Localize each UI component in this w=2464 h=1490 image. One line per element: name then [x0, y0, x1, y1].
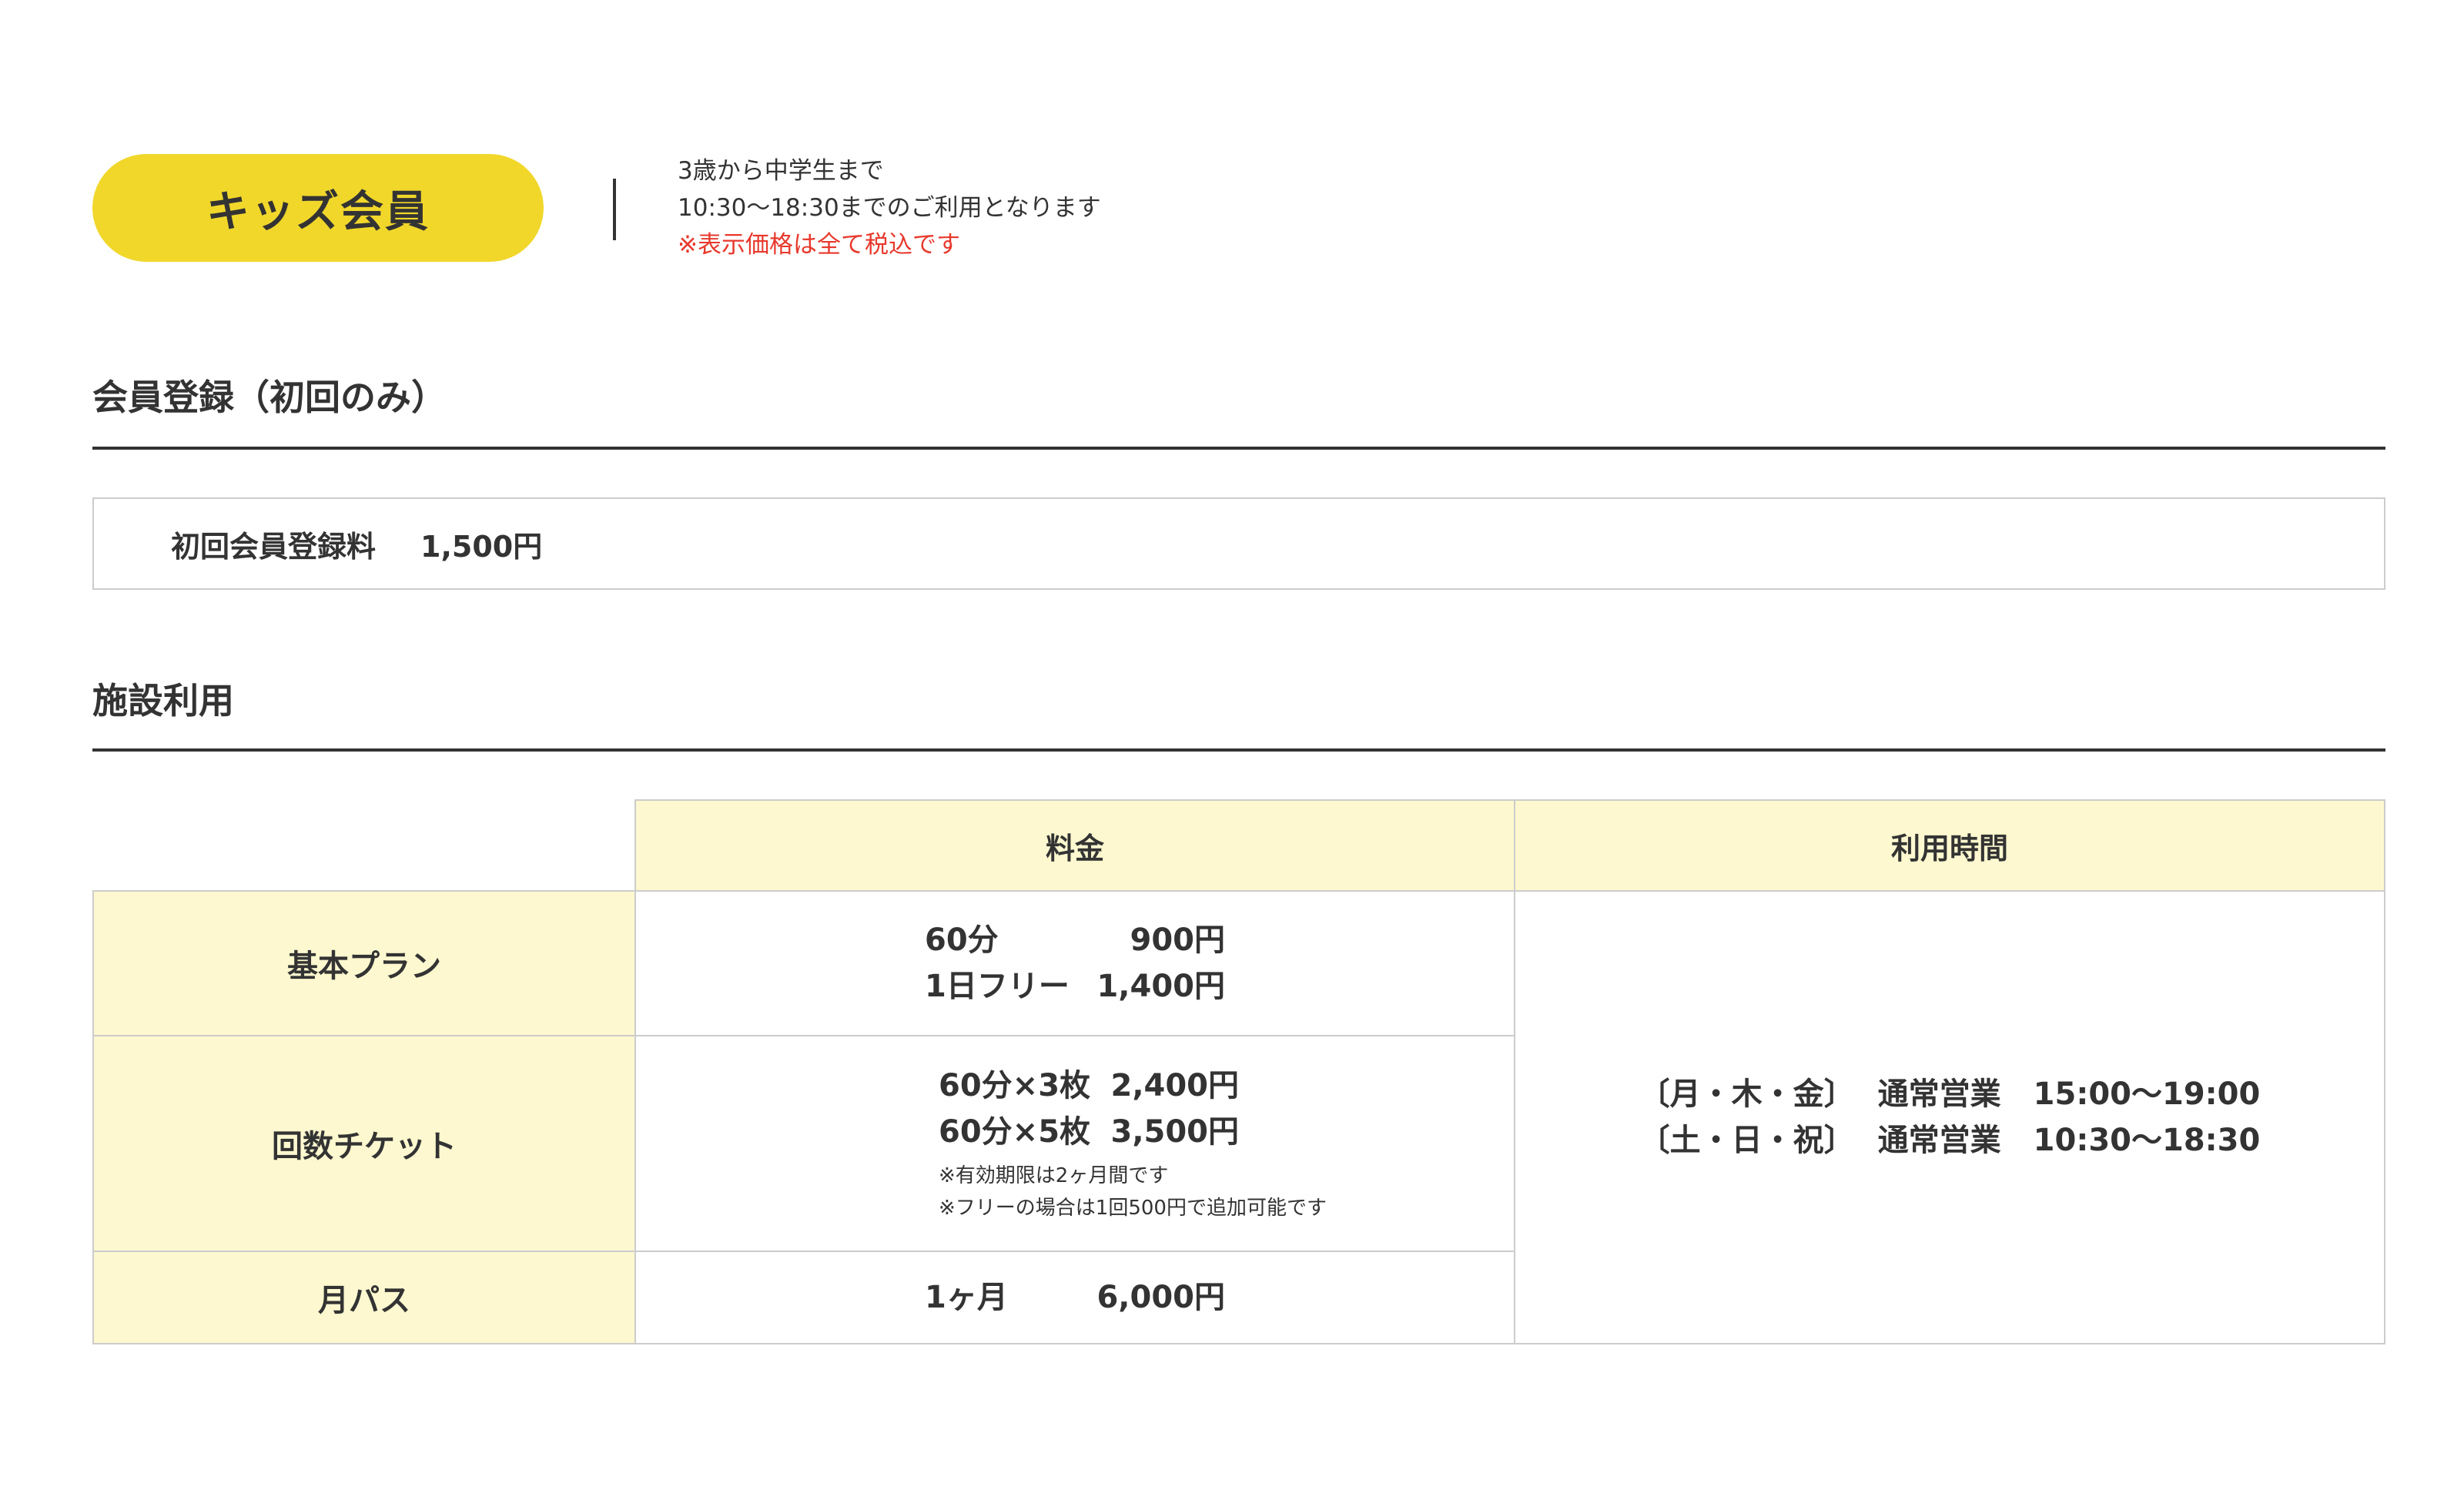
fee-row: 60分×3枚 2,400円	[939, 1063, 1239, 1109]
fee-row: 1日フリー 1,400円	[925, 963, 1225, 1010]
ticket-expiry-note: ※有効期限は2ヶ月間です	[939, 1164, 1169, 1187]
registration-title: 会員登録（初回のみ）	[92, 377, 447, 418]
registration-fee-price: 1,500円	[420, 529, 543, 564]
fee-name: 60分×5枚	[939, 1114, 1091, 1150]
registration-fee-box: 初回会員登録料 1,500円	[92, 497, 2385, 590]
membership-notes: 3歳から中学生まで 10:30〜18:30までのご利用となります ※表示価格は全…	[678, 152, 1101, 263]
fee-price: 2,400円	[1110, 1068, 1240, 1103]
fee-row: 1ヶ月 6,000円	[925, 1274, 1225, 1321]
fee-name: 1ヶ月	[925, 1280, 1008, 1315]
hours-row: 〔月・木・金〕 通常営業 15:00〜19:00	[1639, 1071, 2261, 1117]
row-label-ticket: 回数チケット	[92, 1035, 636, 1252]
fee-price: 900円	[1130, 922, 1226, 958]
fee-price: 6,000円	[1096, 1280, 1225, 1315]
hours-days: 〔月・木・金〕	[1639, 1076, 1855, 1112]
facility-price-table: 料金 利用時間 基本プラン 60分 900円 1日フリー 1,400円 回数チケ…	[92, 799, 2385, 1344]
fee-name: 60分	[925, 922, 999, 958]
ticket-fee-cell: 60分×3枚 2,400円 60分×5枚 3,500円 ※有効期限は2ヶ月間です…	[634, 1035, 1515, 1252]
registration-rule	[92, 447, 2385, 450]
fee-name: 60分×3枚	[939, 1068, 1091, 1103]
row-label-monthly: 月パス	[92, 1251, 636, 1344]
header-hours: 利用時間	[1514, 799, 2385, 892]
hours-time: 15:00〜19:00	[2033, 1076, 2261, 1112]
age-note: 3歳から中学生まで	[678, 157, 884, 185]
hours-row: 〔土・日・祝〕 通常営業 10:30〜18:30	[1639, 1117, 2261, 1164]
row-label-basic: 基本プラン	[92, 890, 636, 1036]
fee-price: 3,500円	[1110, 1114, 1240, 1150]
hours-kind: 通常営業	[1877, 1076, 2001, 1112]
fee-row: 60分×5枚 3,500円	[939, 1109, 1239, 1155]
ticket-free-note: ※フリーの場合は1回500円で追加可能です	[939, 1197, 1327, 1220]
divider	[613, 179, 616, 240]
hours-kind: 通常営業	[1877, 1123, 2001, 1158]
hours-time: 10:30〜18:30	[2033, 1123, 2261, 1158]
facility-rule	[92, 748, 2385, 752]
time-note: 10:30〜18:30までのご利用となります	[678, 194, 1101, 222]
fee-name: 1日フリー	[925, 969, 1070, 1004]
tax-note: ※表示価格は全て税込です	[678, 231, 960, 259]
hours-days: 〔土・日・祝〕	[1639, 1123, 1855, 1158]
fee-row: 60分 900円	[925, 917, 1225, 963]
fee-price: 1,400円	[1096, 969, 1225, 1004]
monthly-fee-cell: 1ヶ月 6,000円	[634, 1251, 1515, 1344]
membership-badge: キッズ会員	[92, 154, 544, 262]
header-fee: 料金	[634, 799, 1515, 892]
hours-cell: 〔月・木・金〕 通常営業 15:00〜19:00 〔土・日・祝〕 通常営業 10…	[1514, 890, 2385, 1344]
registration-fee-label: 初回会員登録料	[171, 529, 377, 564]
facility-title: 施設利用	[92, 680, 234, 722]
basic-fee-cell: 60分 900円 1日フリー 1,400円	[634, 890, 1515, 1036]
